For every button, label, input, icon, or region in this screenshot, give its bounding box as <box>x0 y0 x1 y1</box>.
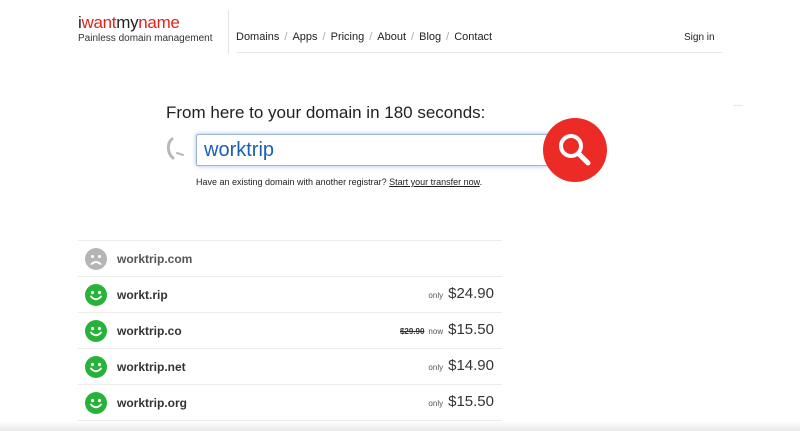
result-price: $15.50 <box>448 393 494 410</box>
result-price-group: only $24.90 <box>428 285 494 303</box>
header-divider <box>228 10 229 54</box>
magnifier-icon <box>559 134 591 166</box>
result-row[interactable]: workt.rip only $24.90 <box>78 277 502 313</box>
result-price-group: only $15.50 <box>428 393 494 411</box>
logo-part-my: my <box>116 13 139 32</box>
result-domain: worktrip.com <box>117 252 193 266</box>
nav-pricing[interactable]: Pricing <box>331 31 365 43</box>
results-list: worktrip.com workt.rip only $24.90 worktr… <box>78 240 502 421</box>
domain-search-field[interactable] <box>196 134 562 166</box>
transfer-text: Have an existing domain with another reg… <box>196 177 387 187</box>
sad-face-icon <box>85 248 107 270</box>
domain-search-input[interactable] <box>197 135 561 165</box>
price-prefix: now <box>428 327 444 336</box>
header-rule <box>236 52 722 53</box>
result-row[interactable]: worktrip.co $29.90 now $15.50 <box>78 313 502 349</box>
signin-link[interactable]: Sign in <box>684 32 715 43</box>
nav-contact[interactable]: Contact <box>454 31 492 43</box>
price-prefix: only <box>428 363 444 372</box>
nav-separator: / <box>446 31 450 43</box>
result-price-group: only $14.90 <box>428 357 494 375</box>
main-nav: Domains / Apps / Pricing / About / Blog / Contact <box>236 31 492 43</box>
result-domain: worktrip.net <box>117 360 186 374</box>
happy-face-icon <box>85 284 107 306</box>
result-row: worktrip.com <box>78 241 502 277</box>
nav-separator: / <box>369 31 373 43</box>
nav-separator: / <box>284 31 288 43</box>
price-prefix: only <box>428 399 444 408</box>
result-domain: worktrip.org <box>117 396 188 410</box>
decorative-rule <box>733 105 743 106</box>
tagline: Painless domain management <box>78 33 213 44</box>
old-price: $29.90 <box>399 327 425 336</box>
search-button[interactable] <box>543 118 607 182</box>
price-prefix: only <box>428 291 444 300</box>
transfer-link[interactable]: Start your transfer now <box>389 177 480 187</box>
happy-face-icon <box>85 392 107 414</box>
result-price: $24.90 <box>448 285 494 302</box>
bottom-fade <box>0 421 800 431</box>
happy-face-icon <box>85 356 107 378</box>
nav-about[interactable]: About <box>377 31 406 43</box>
result-domain: workt.rip <box>117 288 168 302</box>
nav-separator: / <box>411 31 415 43</box>
logo-part-name: name <box>138 13 180 32</box>
nav-domains[interactable]: Domains <box>236 31 279 43</box>
search-headline: From here to your domain in 180 seconds: <box>166 103 486 122</box>
result-row[interactable]: worktrip.org only $15.50 <box>78 385 502 421</box>
phone-icon <box>164 137 186 161</box>
nav-apps[interactable]: Apps <box>292 31 317 43</box>
logo-part-want: want <box>81 13 117 32</box>
transfer-note: Have an existing domain with another reg… <box>196 177 482 187</box>
transfer-period: . <box>479 177 483 187</box>
nav-separator: / <box>322 31 326 43</box>
logo[interactable]: iwantmyname <box>78 13 180 33</box>
result-price: $14.90 <box>448 357 494 374</box>
result-price: $15.50 <box>448 321 494 338</box>
nav-blog[interactable]: Blog <box>419 31 441 43</box>
result-row[interactable]: worktrip.net only $14.90 <box>78 349 502 385</box>
result-price-group: $29.90 now $15.50 <box>400 321 494 339</box>
result-domain: worktrip.co <box>117 324 182 338</box>
happy-face-icon <box>85 320 107 342</box>
